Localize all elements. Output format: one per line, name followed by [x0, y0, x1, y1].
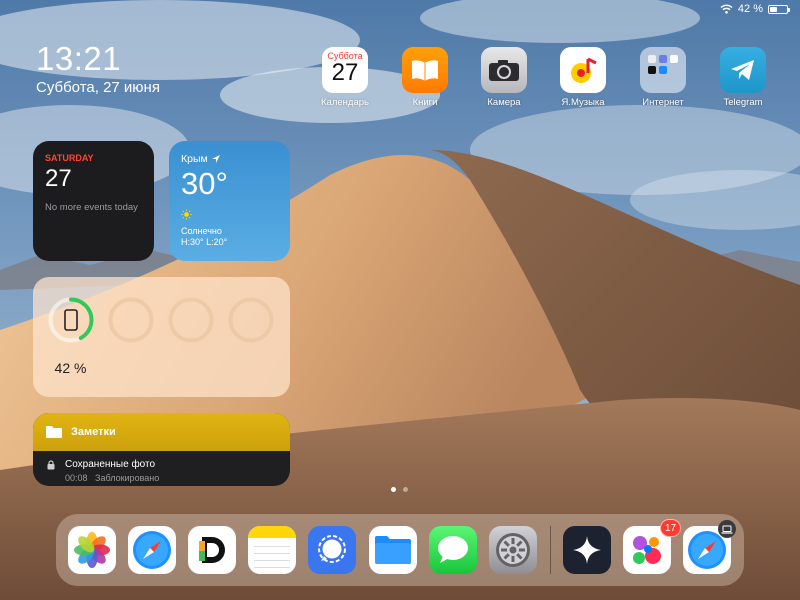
page-dot[interactable] [391, 487, 396, 492]
weather-location: Крым [181, 153, 278, 165]
sun-icon [181, 209, 192, 220]
notes-item[interactable]: Сохраненные фото 00:08 Заблокировано [33, 451, 290, 483]
weather-widget[interactable]: Крым 30° Солнечно H:30° L:20° [169, 141, 290, 261]
ipad-icon [64, 309, 78, 331]
files-icon [375, 536, 411, 564]
page-dot[interactable] [403, 487, 408, 492]
dock-safari[interactable] [128, 526, 176, 574]
app-label: Я.Музыка [561, 97, 605, 108]
sparkle-icon [573, 536, 601, 564]
note-status: Заблокировано [95, 473, 160, 483]
notes-icon [248, 526, 296, 574]
wifi-icon [720, 4, 733, 14]
app-camera[interactable]: Камера [464, 47, 544, 108]
day-one-icon [199, 537, 225, 563]
calendar-widget-events: No more events today [45, 202, 138, 213]
notes-widget[interactable]: Заметки Сохраненные фото 00:08 Заблокиро… [33, 413, 290, 486]
page-indicator[interactable] [391, 487, 408, 492]
battery-icon [768, 4, 790, 14]
location-arrow-icon [211, 155, 220, 163]
dock: 17 [56, 514, 744, 586]
lock-icon [47, 460, 55, 470]
dock-files[interactable] [369, 526, 417, 574]
weather-condition: Солнечно [181, 226, 222, 236]
app-telegram[interactable]: Telegram [703, 47, 783, 108]
notes-folder-name: Заметки [71, 426, 116, 438]
app-folder-internet[interactable]: Интернет [623, 47, 703, 108]
calendar-icon: Суббота 27 [322, 47, 368, 93]
calendar-widget[interactable]: SATURDAY 27 No more events today [33, 141, 154, 261]
handoff-laptop-icon [718, 520, 736, 538]
battery-ring-empty [228, 297, 274, 343]
weather-temp: 30° [181, 166, 228, 201]
battery-percent: 42 % [737, 3, 763, 15]
dock-signal[interactable] [308, 526, 356, 574]
weather-high-low: H:30° L:20° [181, 237, 228, 247]
home-app-row: Суббота 27 Календарь Книги Камера Я.Музы… [0, 47, 800, 117]
app-label: Telegram [723, 97, 763, 108]
safari-icon [133, 531, 171, 569]
dock-messages[interactable] [429, 526, 477, 574]
app-label: Книги [412, 97, 438, 108]
calendar-widget-day: 27 [45, 165, 72, 192]
books-icon [402, 47, 448, 93]
folder-icon [46, 426, 62, 438]
app-label: Интернет [642, 97, 684, 108]
photos-icon [74, 532, 110, 568]
dock-settings[interactable] [489, 526, 537, 574]
camera-icon [481, 47, 527, 93]
dock-day-one[interactable] [188, 526, 236, 574]
app-label: Камера [487, 97, 521, 108]
dock-notes[interactable] [248, 526, 296, 574]
notification-badge: 17 [660, 519, 682, 537]
messages-icon [438, 536, 468, 563]
app-yandex-music[interactable]: Я.Музыка [543, 47, 623, 108]
app-books[interactable]: Книги [385, 47, 465, 108]
app-label: Календарь [321, 97, 369, 108]
note-meta: 00:08 Заблокировано [65, 473, 159, 483]
dock-divider [550, 526, 551, 574]
telegram-icon [720, 47, 766, 93]
battery-ring-ipad [48, 297, 94, 343]
yandex-music-icon [560, 47, 606, 93]
signal-icon [318, 535, 346, 563]
settings-icon [496, 533, 530, 567]
battery-ring-empty [108, 297, 154, 343]
note-time: 00:08 [65, 473, 88, 483]
note-title: Сохраненные фото [65, 459, 156, 470]
weather-city: Крым [181, 153, 208, 165]
app-calendar[interactable]: Суббота 27 Календарь [305, 47, 385, 108]
battery-ring-empty [168, 297, 214, 343]
calendar-widget-weekday: SATURDAY [45, 153, 94, 163]
dock-photos[interactable] [68, 526, 116, 574]
bubbles-icon [633, 536, 661, 564]
batteries-widget[interactable]: 42 % [33, 277, 290, 397]
notes-widget-header: Заметки [33, 413, 290, 451]
folder-icon [640, 47, 686, 93]
status-bar: 42 % [720, 2, 790, 16]
battery-widget-percent: 42 % [54, 360, 87, 376]
dock-perplexity[interactable] [563, 526, 611, 574]
